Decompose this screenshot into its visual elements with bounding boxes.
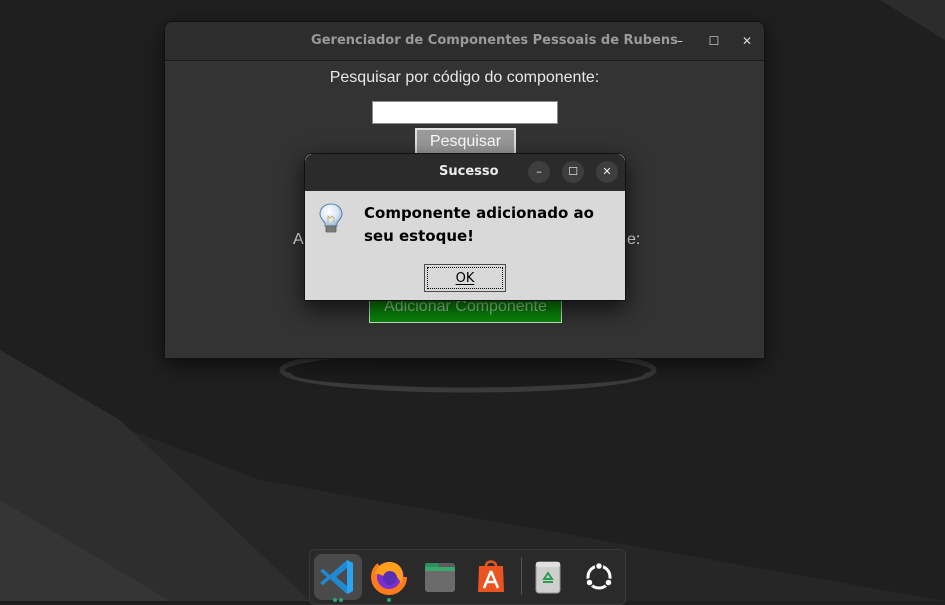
trash-icon[interactable] [524,554,572,600]
dock-separator [521,558,522,594]
vscode-icon[interactable] [314,554,362,602]
minimize-button[interactable]: – [670,31,690,51]
close-button[interactable]: ✕ [737,31,757,51]
files-icon[interactable] [416,554,464,600]
app-center-icon[interactable] [467,554,515,600]
add-label-fragment-left: A [293,231,304,248]
dock [309,549,626,605]
dialog-message: Componente adicionado ao seu estoque! [364,204,594,245]
dialog-title: Sucesso [439,164,499,179]
add-label-fragment-right: e: [627,231,641,248]
ok-focus-ring: OK [427,267,503,289]
success-dialog: Sucesso – ☐ ✕ Componente adicionado ao s… [304,153,626,301]
ok-button-label: OK [455,271,475,286]
search-button[interactable]: Pesquisar [415,128,516,155]
dialog-close-button[interactable]: ✕ [596,161,618,183]
ok-button[interactable]: OK [424,264,506,292]
running-indicator [339,598,343,602]
search-input[interactable] [372,101,558,124]
main-titlebar[interactable]: Gerenciador de Componentes Pessoais de R… [165,22,764,61]
maximize-button[interactable]: ☐ [704,31,724,51]
firefox-icon[interactable] [365,554,413,602]
dialog-maximize-button[interactable]: ☐ [562,161,584,183]
running-indicator [387,598,391,602]
running-indicator [333,598,337,602]
dialog-minimize-button[interactable]: – [528,161,550,183]
dialog-titlebar[interactable]: Sucesso – ☐ ✕ [305,154,625,191]
search-label: Pesquisar por código do componente: [329,69,600,86]
show-apps-icon[interactable] [575,554,623,600]
lightbulb-icon [319,203,343,233]
